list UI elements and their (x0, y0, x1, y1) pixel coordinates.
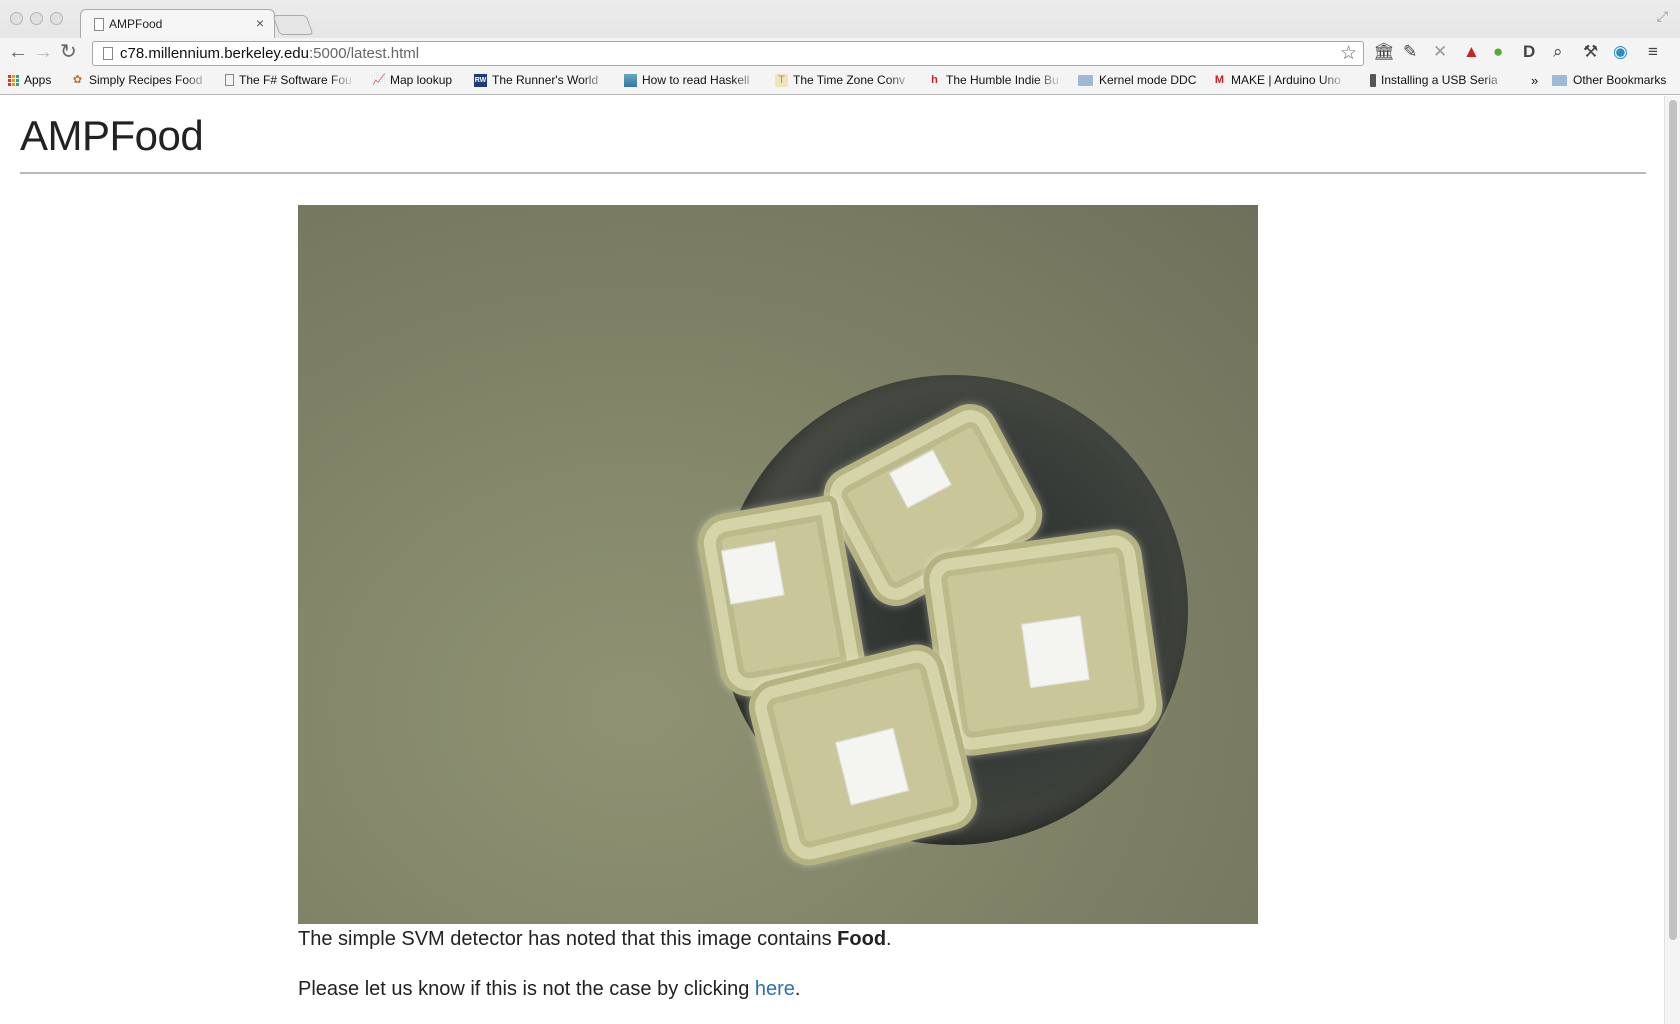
url-text[interactable]: c78.millennium.berkeley.edu:5000/latest.… (120, 45, 419, 62)
bookmark-star-icon[interactable]: ☆ (1340, 42, 1357, 65)
reload-button[interactable]: ↻ (60, 41, 77, 63)
flower-icon: ✿ (72, 73, 83, 86)
usb-icon (1370, 73, 1376, 87)
bookmarks-bar: Apps ✿ Simply Recipes Food The F# Softwa… (0, 68, 1680, 94)
minimize-window-button[interactable] (30, 12, 43, 25)
bookmark-simply-recipes[interactable]: ✿ Simply Recipes Food (71, 73, 211, 87)
search-extension-icon[interactable]: ⌕ (1553, 42, 1563, 62)
pin-extension-icon[interactable]: ✕ (1433, 42, 1447, 62)
container-label (888, 449, 952, 509)
bookmark-humble-bundle[interactable]: h The Humble Indie Bu (928, 73, 1063, 87)
clock-icon: T (775, 73, 788, 87)
chart-icon: 📈 (372, 73, 386, 86)
couch-extension-icon[interactable]: ▲ (1463, 42, 1480, 62)
bookmark-usb-serial[interactable]: Installing a USB Seria (1370, 73, 1510, 87)
rw-icon: RW (474, 73, 487, 87)
bookmark-kernel-ddc[interactable]: Kernel mode DDC (1078, 73, 1196, 87)
folder-icon (1078, 74, 1093, 86)
image-icon (624, 73, 637, 87)
bookmark-map-lookup[interactable]: 📈 Map lookup (372, 73, 452, 87)
page-title: AMPFood (20, 112, 204, 159)
page-icon (103, 47, 113, 60)
page-content: AMPFood The simple SVM detector has note… (0, 96, 1664, 1024)
close-tab-icon[interactable]: × (256, 15, 264, 31)
close-window-button[interactable] (10, 12, 23, 25)
forward-button[interactable]: → (33, 41, 53, 63)
title-bar: AMPFood × ⤢ (0, 0, 1680, 40)
navigation-bar: ← → ↻ c78.millennium.berkeley.edu:5000/l… (0, 38, 1680, 68)
container-label (1021, 615, 1090, 689)
menu-icon[interactable]: ≡ (1648, 42, 1658, 62)
page-icon (225, 74, 234, 86)
container-label (720, 541, 785, 605)
bookmark-other[interactable]: Other Bookmarks (1552, 73, 1666, 87)
page-icon (94, 18, 104, 31)
circle-extension-icon[interactable]: ◉ (1613, 42, 1628, 62)
bookmark-time-zone[interactable]: T The Time Zone Conv (775, 73, 915, 87)
food-photo (298, 205, 1258, 924)
browser-chrome: AMPFood × ⤢ ← → ↻ c78.millennium.berkele… (0, 0, 1680, 95)
folder-icon (1552, 74, 1567, 86)
tab-ampfood[interactable]: AMPFood × (80, 9, 275, 39)
detection-result: The simple SVM detector has noted that t… (298, 928, 892, 950)
scrollbar-thumb[interactable] (1669, 100, 1677, 940)
new-tab-button[interactable] (272, 15, 314, 35)
tab-title: AMPFood (109, 17, 163, 31)
bookmark-fsharp[interactable]: The F# Software Fou (225, 73, 355, 87)
chat-extension-icon[interactable]: ● (1493, 42, 1503, 62)
feedback-text: Please let us know if this is not the ca… (298, 978, 801, 1000)
make-icon: M (1214, 73, 1225, 86)
humble-icon: h (931, 73, 938, 86)
title-divider (20, 172, 1646, 174)
apps-grid-icon (8, 74, 19, 86)
address-bar[interactable]: c78.millennium.berkeley.edu:5000/latest.… (92, 41, 1364, 66)
feedback-link[interactable]: here (755, 978, 795, 1000)
back-button[interactable]: ← (8, 41, 28, 63)
zoom-window-button[interactable] (50, 12, 63, 25)
bookmarks-overflow-button[interactable]: » (1531, 73, 1538, 88)
d3-extension-icon[interactable]: D (1523, 42, 1535, 62)
library-extension-icon[interactable]: 🏛 (1373, 42, 1395, 62)
bookmark-haskell[interactable]: How to read Haskell (624, 73, 759, 87)
detected-class: Food (837, 928, 887, 950)
bookmark-runners-world[interactable]: RW The Runner's World (474, 73, 609, 87)
evernote-extension-icon[interactable]: ✎ (1403, 42, 1417, 62)
wrench-icon[interactable]: ⚒ (1583, 42, 1598, 62)
container-label (835, 727, 910, 806)
vertical-scrollbar[interactable] (1664, 96, 1680, 1024)
bookmark-apps[interactable]: Apps (8, 73, 51, 87)
bookmark-make-arduino[interactable]: M MAKE | Arduino Uno (1213, 73, 1348, 87)
fullscreen-icon[interactable]: ⤢ (1657, 8, 1668, 25)
